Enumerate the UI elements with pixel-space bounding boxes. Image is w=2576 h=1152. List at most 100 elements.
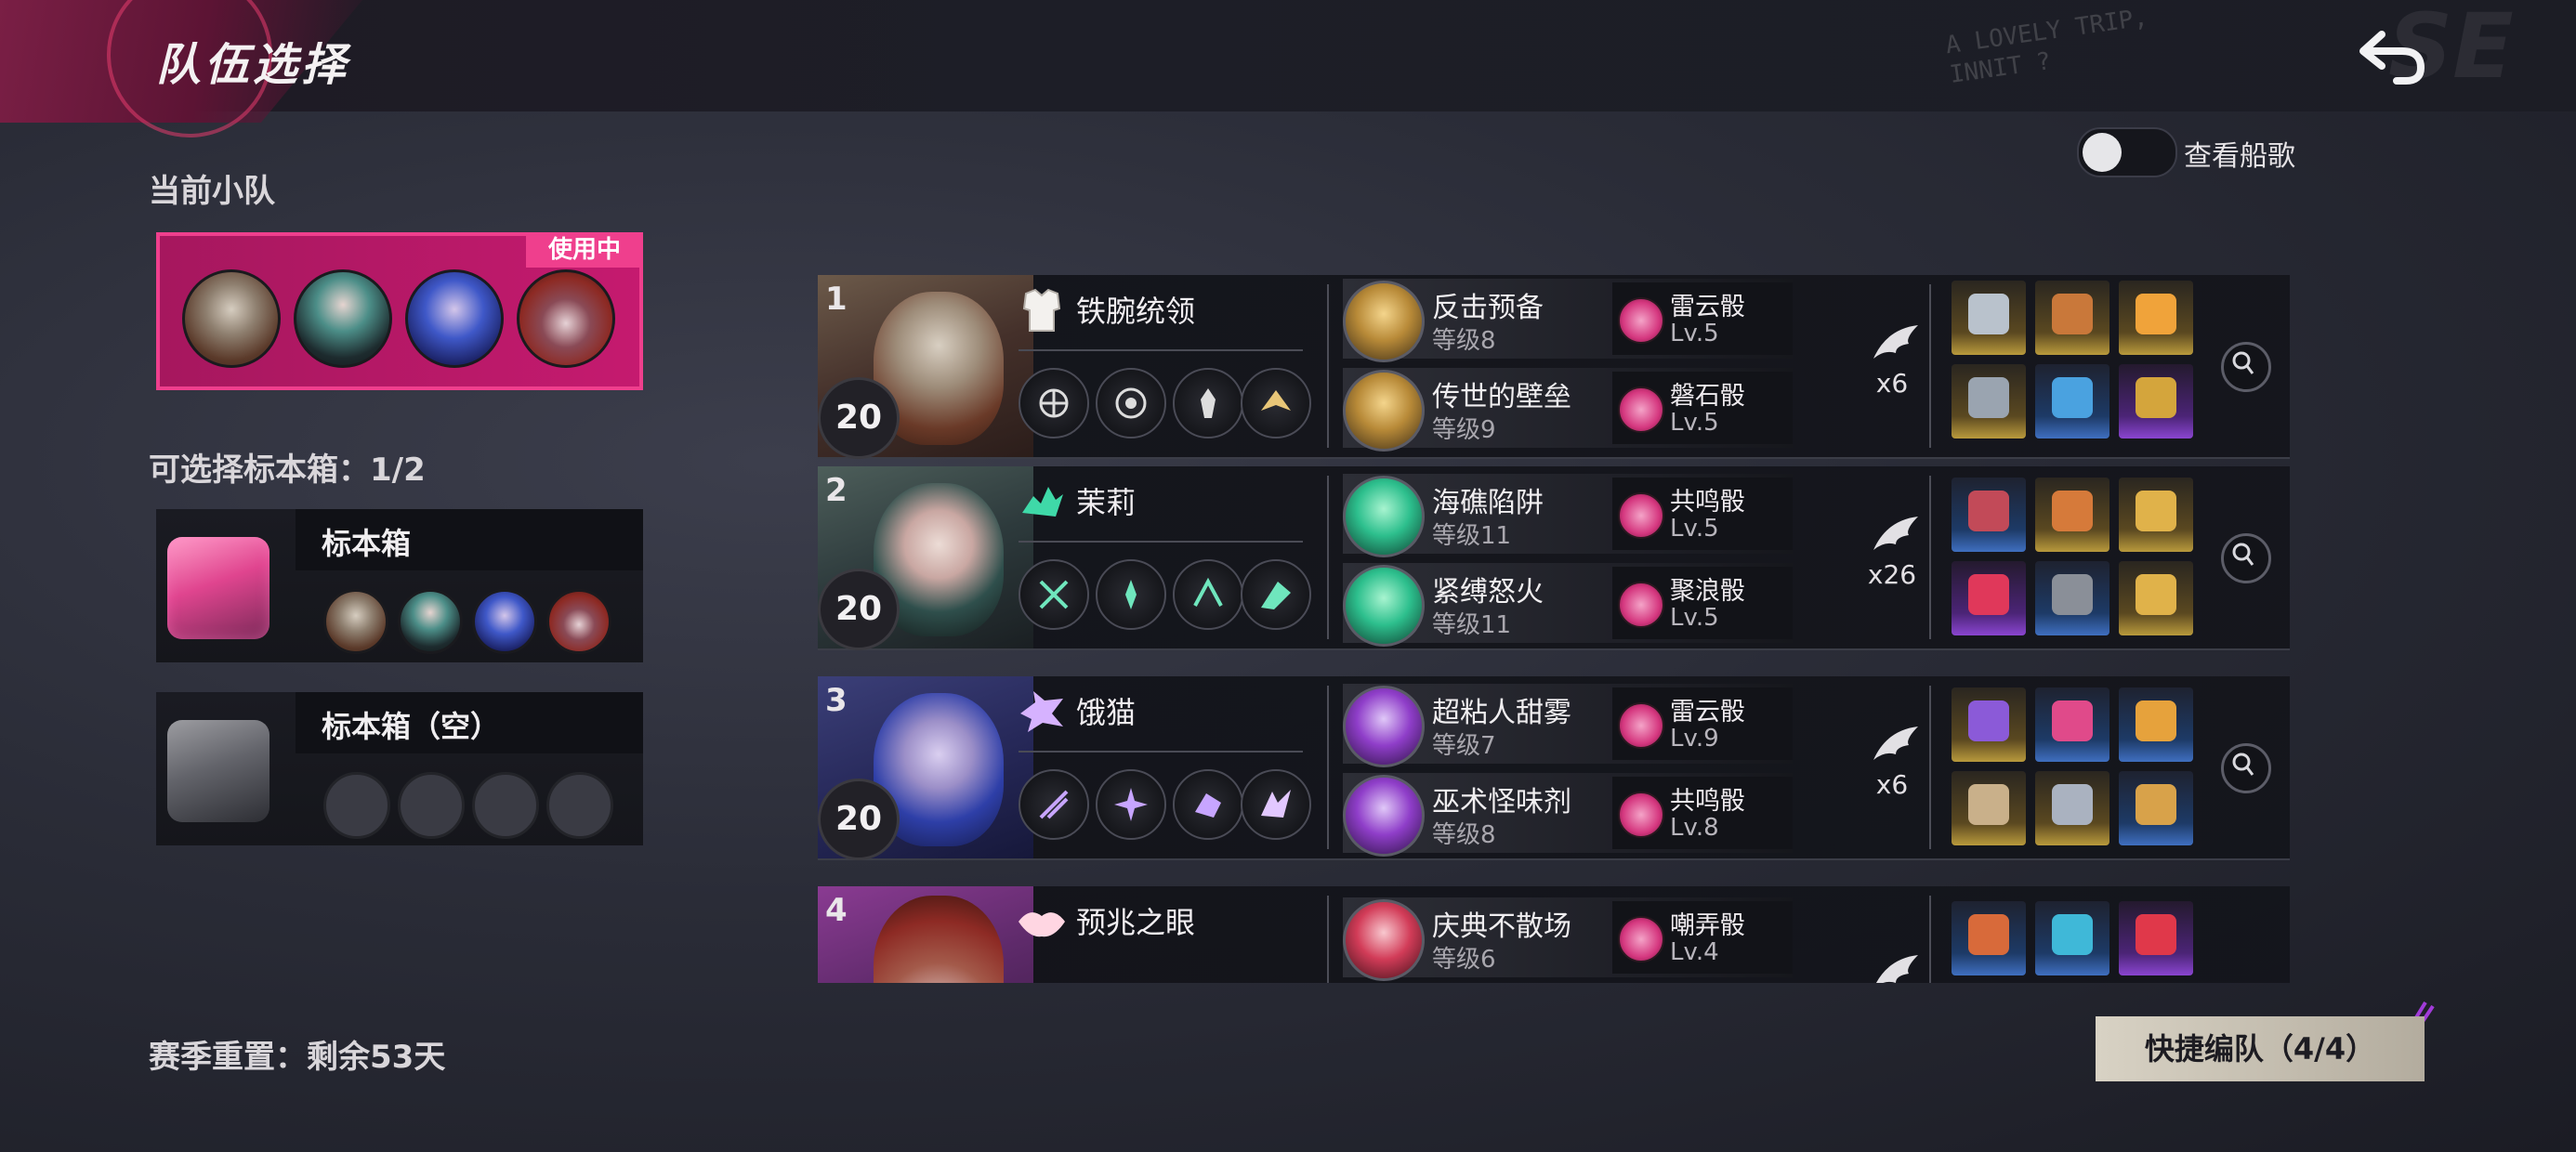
equipment-slot[interactable] bbox=[2119, 478, 2193, 552]
ability-slot[interactable]: 传世的壁垒 等级9 磐石骰 Lv.5 bbox=[1343, 368, 1793, 452]
equipment-slot[interactable] bbox=[2035, 561, 2109, 635]
ship-song-toggle[interactable] bbox=[2077, 127, 2177, 177]
page-title: 队伍选择 bbox=[156, 39, 350, 91]
column-divider bbox=[1327, 686, 1329, 849]
top-bar bbox=[0, 0, 2576, 111]
equipment-slot[interactable] bbox=[1952, 687, 2026, 762]
equipment-slot[interactable] bbox=[2119, 561, 2193, 635]
skill-icon bbox=[1096, 769, 1166, 840]
back-button[interactable] bbox=[2356, 23, 2430, 88]
equipment-slot[interactable] bbox=[2035, 687, 2109, 762]
ability-slot[interactable]: 海礁陷阱 等级11 共鸣骰 Lv.5 bbox=[1343, 474, 1793, 557]
current-squad-card[interactable]: 使用中 bbox=[156, 232, 643, 390]
ability-slot[interactable]: 庆典不散场 等级6 嘲弄骰 Lv.4 bbox=[1343, 897, 1793, 981]
equipment-slot[interactable] bbox=[2119, 687, 2193, 762]
equipment-slot[interactable] bbox=[2119, 364, 2193, 439]
ability-icon bbox=[1343, 476, 1425, 557]
ability-slot[interactable]: 反击预备 等级8 雷云骰 Lv.5 bbox=[1343, 279, 1793, 362]
cat-emblem-icon bbox=[1020, 691, 1063, 732]
skill-icon bbox=[1241, 559, 1311, 630]
die-icon bbox=[1618, 582, 1664, 628]
equipment-slot[interactable] bbox=[1952, 364, 2026, 439]
equipment-slot[interactable] bbox=[1952, 478, 2026, 552]
hero-row[interactable]: 3 20 饿猫 超粘人甜雾 等级7 雷云骰 Lv.9 巫术怪味剂 等级8 共鸣骰… bbox=[818, 676, 2290, 860]
ability-name: 传世的壁垒 bbox=[1432, 381, 1571, 413]
hero-row[interactable]: 1 20 铁腕统领 反击预备 等级8 雷云骰 Lv.5 传世的壁垒 等级9 磐石… bbox=[818, 275, 2290, 459]
equipment-slot[interactable] bbox=[2035, 771, 2109, 845]
hero-face bbox=[874, 896, 1004, 983]
hero-name: 预兆之眼 bbox=[1076, 905, 1196, 940]
lips-emblem-icon bbox=[1019, 912, 1065, 937]
ability-level: 等级8 bbox=[1432, 821, 1496, 849]
die-icon bbox=[1618, 386, 1664, 433]
magnifier-icon bbox=[2232, 753, 2254, 776]
specimen-box-1[interactable]: 标本箱 bbox=[156, 509, 643, 662]
quick-team-button[interactable]: 快捷编队（4/4） bbox=[2096, 1016, 2425, 1081]
equipment-slot[interactable] bbox=[2035, 478, 2109, 552]
feather-count: x26 bbox=[1867, 559, 1917, 590]
equipment-slot[interactable] bbox=[1952, 771, 2026, 845]
die-slot: 磐石骰 Lv.5 bbox=[1612, 372, 1793, 444]
hero-index: 1 bbox=[825, 281, 848, 318]
equipment-slot[interactable] bbox=[2119, 281, 2193, 355]
inspect-button[interactable] bbox=[2221, 743, 2271, 793]
die-icon bbox=[1618, 297, 1664, 344]
hero-level-badge: 20 bbox=[818, 779, 900, 860]
inspect-button[interactable] bbox=[2221, 533, 2271, 583]
ability-name: 超粘人甜雾 bbox=[1432, 697, 1571, 729]
die-name: 共鸣骰 bbox=[1670, 488, 1745, 517]
name-underline bbox=[1019, 751, 1303, 753]
column-divider bbox=[1929, 284, 1931, 448]
empty-slot bbox=[546, 772, 613, 839]
die-level: Lv.8 bbox=[1670, 814, 1719, 842]
die-slot: 嘲弄骰 Lv.4 bbox=[1612, 901, 1793, 974]
column-divider bbox=[1327, 896, 1329, 983]
hero-level-badge: 20 bbox=[818, 377, 900, 459]
equipment-slot[interactable] bbox=[1952, 901, 2026, 975]
skill-icon bbox=[1241, 769, 1311, 840]
die-name: 嘲弄骰 bbox=[1670, 911, 1745, 940]
ability-icon bbox=[1343, 565, 1425, 647]
box-title: 标本箱（空） bbox=[322, 709, 501, 744]
column-divider bbox=[1929, 896, 1931, 983]
ability-level: 等级7 bbox=[1432, 732, 1496, 760]
die-name: 雷云骰 bbox=[1670, 293, 1745, 321]
skill-icon bbox=[1096, 559, 1166, 630]
toggle-knob bbox=[2083, 133, 2122, 172]
ability-icon bbox=[1343, 899, 1425, 981]
hero-row[interactable]: 2 20 茉莉 海礁陷阱 等级11 共鸣骰 Lv.5 紧缚怒火 等级11 聚浪骰… bbox=[818, 466, 2290, 650]
box-portrait-4 bbox=[546, 589, 611, 654]
magnifier-icon bbox=[2232, 543, 2254, 566]
squad-portrait-3 bbox=[405, 269, 504, 368]
die-icon bbox=[1618, 492, 1664, 539]
equipment-slot[interactable] bbox=[2035, 364, 2109, 439]
ability-icon bbox=[1343, 370, 1425, 452]
coral-emblem-icon bbox=[1022, 487, 1063, 517]
feather-icon bbox=[1875, 955, 1918, 983]
equipment-slot[interactable] bbox=[2119, 771, 2193, 845]
equipment-slot[interactable] bbox=[2035, 281, 2109, 355]
ability-icon bbox=[1343, 775, 1425, 857]
ability-slot[interactable]: 紧缚怒火 等级11 聚浪骰 Lv.5 bbox=[1343, 563, 1793, 647]
skill-icon bbox=[1096, 368, 1166, 439]
equipment-slot[interactable] bbox=[1952, 561, 2026, 635]
specimen-box-2[interactable]: 标本箱（空） bbox=[156, 692, 643, 845]
equipment-slot[interactable] bbox=[2035, 901, 2109, 975]
column-divider bbox=[1327, 476, 1329, 639]
die-icon bbox=[1618, 702, 1664, 749]
equipment-slot[interactable] bbox=[2119, 901, 2193, 975]
equipment-slot[interactable] bbox=[1952, 281, 2026, 355]
ability-level: 等级9 bbox=[1432, 416, 1496, 444]
ability-name: 庆典不散场 bbox=[1432, 910, 1571, 943]
inspect-button[interactable] bbox=[2221, 342, 2271, 392]
hero-row[interactable]: 4 预兆之眼 庆典不散场 等级6 嘲弄骰 Lv.4 bbox=[818, 886, 2290, 983]
squad-portrait-2 bbox=[294, 269, 392, 368]
die-name: 磐石骰 bbox=[1670, 382, 1745, 411]
die-name: 雷云骰 bbox=[1670, 698, 1745, 727]
ability-level: 等级11 bbox=[1432, 611, 1512, 639]
in-use-badge: 使用中 bbox=[526, 232, 643, 268]
ability-slot[interactable]: 超粘人甜雾 等级7 雷云骰 Lv.9 bbox=[1343, 684, 1793, 767]
die-level: Lv.5 bbox=[1670, 320, 1719, 347]
feather-count: x6 bbox=[1875, 769, 1909, 800]
ability-slot[interactable]: 巫术怪味剂 等级8 共鸣骰 Lv.8 bbox=[1343, 773, 1793, 857]
